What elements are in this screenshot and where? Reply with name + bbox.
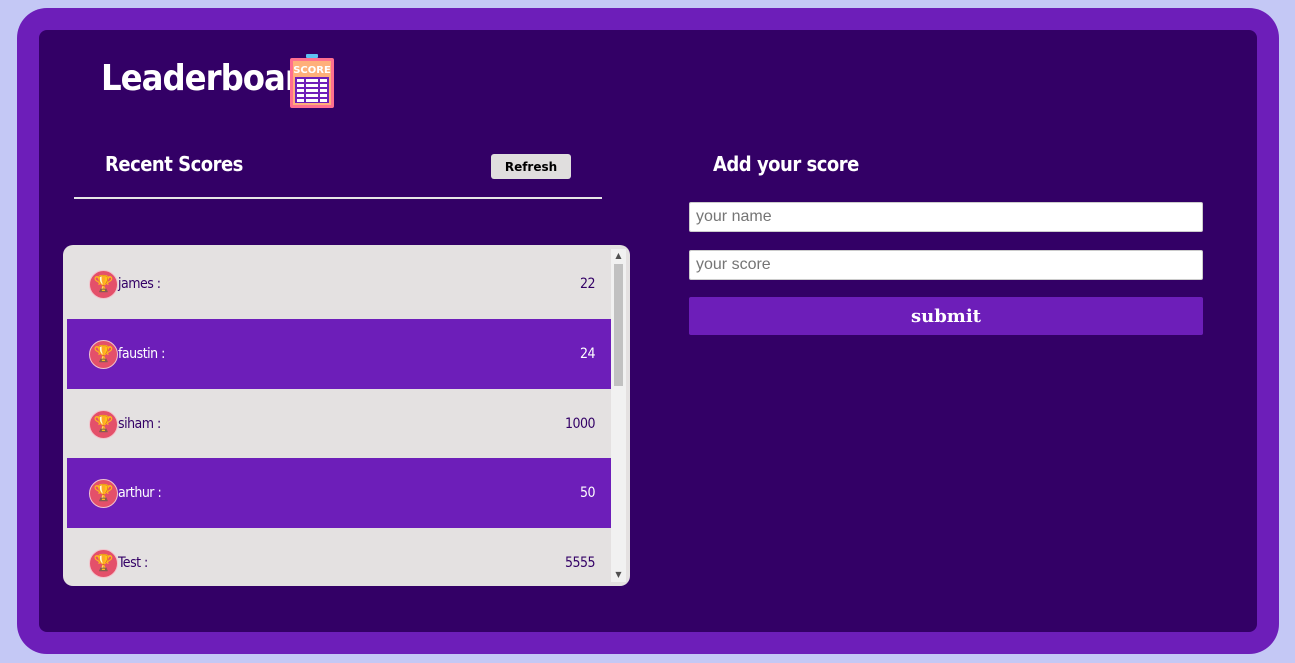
refresh-button[interactable]: Refresh (491, 154, 571, 179)
score-value: 24 (579, 346, 596, 362)
score-icon-label: SCORE (293, 65, 331, 76)
score-row: 🏆 faustin : 24 (67, 319, 611, 389)
add-score-heading: Add your score (713, 152, 859, 176)
score-value: 50 (579, 485, 596, 501)
score-value: 22 (579, 276, 596, 292)
trophy-icon: 🏆 (89, 548, 118, 578)
scroll-up-arrow-icon[interactable]: ▲ (611, 249, 626, 263)
score-row: 🏆 arthur : 50 (67, 458, 611, 528)
score-player-name: james : (118, 276, 161, 292)
scores-list-container[interactable]: 🏆 james : 22 🏆 faustin : 24 🏆 siham : 10… (63, 245, 630, 586)
score-value: 5555 (564, 555, 596, 571)
score-player-name: arthur : (118, 485, 162, 501)
app-frame: Leaderboard SCORE Recent Scores Refresh (17, 8, 1279, 654)
scrollbar[interactable]: ▲ ▼ (611, 249, 626, 582)
recent-scores-heading: Recent Scores (105, 152, 243, 176)
scroll-down-arrow-icon[interactable]: ▼ (611, 568, 626, 582)
scores-list: 🏆 james : 22 🏆 faustin : 24 🏆 siham : 10… (67, 249, 611, 582)
score-player-name: Test : (118, 555, 148, 571)
score-row: 🏆 siham : 1000 (67, 389, 611, 459)
score-row: 🏆 Test : 5555 (67, 528, 611, 582)
submit-button[interactable]: submit (689, 297, 1203, 335)
divider (74, 197, 602, 199)
name-input[interactable] (689, 202, 1203, 232)
score-player-name: siham : (118, 416, 161, 432)
score-board-icon: SCORE (290, 54, 334, 108)
trophy-icon: 🏆 (89, 478, 118, 508)
trophy-icon: 🏆 (89, 409, 118, 439)
main-panel: Leaderboard SCORE Recent Scores Refresh (39, 30, 1257, 632)
score-input[interactable] (689, 250, 1203, 280)
trophy-icon: 🏆 (89, 269, 118, 299)
score-value: 1000 (564, 416, 596, 432)
score-row: 🏆 james : 22 (67, 249, 611, 319)
score-player-name: faustin : (118, 346, 165, 362)
scrollbar-thumb[interactable] (614, 264, 623, 386)
trophy-icon: 🏆 (89, 339, 118, 369)
